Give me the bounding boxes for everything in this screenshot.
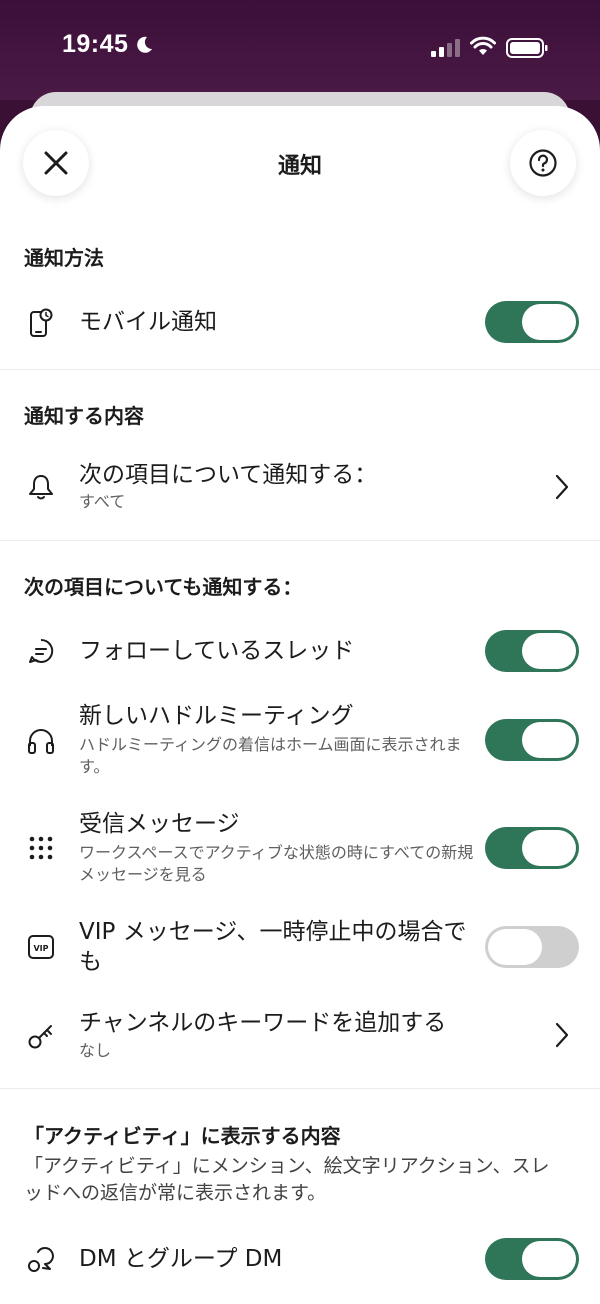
dm-label: DM とグループ DM — [79, 1246, 283, 1272]
section-title-activity: 「アクティビティ」に表示する内容 — [24, 1124, 341, 1148]
chevron-right-icon — [555, 1022, 569, 1048]
huddles-label: 新しいハドルミーティング — [79, 703, 354, 729]
mobile-notification-label: モバイル通知 — [79, 309, 217, 335]
channel-keywords-label: チャンネルのキーワードを追加する — [79, 1010, 447, 1036]
headphones-icon — [25, 725, 57, 757]
help-button[interactable] — [510, 130, 576, 196]
section-title-content: 通知する内容 — [24, 404, 144, 428]
huddles-toggle[interactable] — [485, 719, 579, 761]
channel-keywords-value: なし — [79, 1041, 112, 1060]
threads-toggle[interactable] — [485, 630, 579, 672]
bell-icon — [25, 471, 57, 503]
key-icon — [25, 1020, 57, 1052]
divider — [0, 1088, 600, 1089]
chevron-right-icon — [555, 474, 569, 500]
toggle-knob — [522, 1241, 576, 1277]
vip-toggle[interactable] — [485, 926, 579, 968]
activity-description: 「アクティビティ」にメンション、絵文字リアクション、スレッドへの返信が常に表示さ… — [24, 1155, 550, 1204]
toggle-knob — [488, 929, 542, 965]
thread-icon — [25, 635, 57, 667]
section-title-also: 次の項目についても通知する： — [24, 575, 303, 599]
toggle-knob — [522, 830, 576, 866]
threads-label: フォローしているスレッド — [79, 638, 355, 664]
signal-icon — [431, 39, 460, 57]
help-icon — [529, 149, 557, 177]
notify-about-value: すべて — [79, 492, 126, 511]
incoming-messages-toggle[interactable] — [485, 827, 579, 869]
svg-text:VIP: VIP — [33, 944, 48, 953]
incoming-messages-description: ワークスペースでアクティブな状態の時にすべての新規メッセージを見る — [79, 843, 474, 884]
status-time: 19:45 — [62, 30, 129, 58]
battery-icon — [506, 38, 548, 58]
dm-toggle[interactable] — [485, 1238, 579, 1280]
huddles-description: ハドルミーティングの着信はホーム画面に表示されます。 — [79, 735, 462, 776]
grid-dots-icon — [25, 832, 57, 864]
status-bar: 19:45 — [0, 0, 600, 100]
vip-icon: VIP — [25, 931, 57, 963]
vip-label: VIP メッセージ、一時停止中の場合でも — [79, 919, 467, 975]
wifi-icon — [470, 36, 496, 55]
divider — [0, 540, 600, 541]
toggle-knob — [522, 722, 576, 758]
incoming-messages-label: 受信メッセージ — [79, 811, 240, 837]
toggle-knob — [522, 304, 576, 340]
notify-about-label: 次の項目について通知する： — [79, 462, 378, 488]
dm-icon — [25, 1245, 57, 1277]
moon-icon — [137, 36, 152, 53]
mobile-notification-icon — [25, 307, 57, 339]
mobile-notification-toggle[interactable] — [485, 301, 579, 343]
divider — [0, 369, 600, 370]
section-title-method: 通知方法 — [24, 246, 104, 270]
toggle-knob — [522, 633, 576, 669]
